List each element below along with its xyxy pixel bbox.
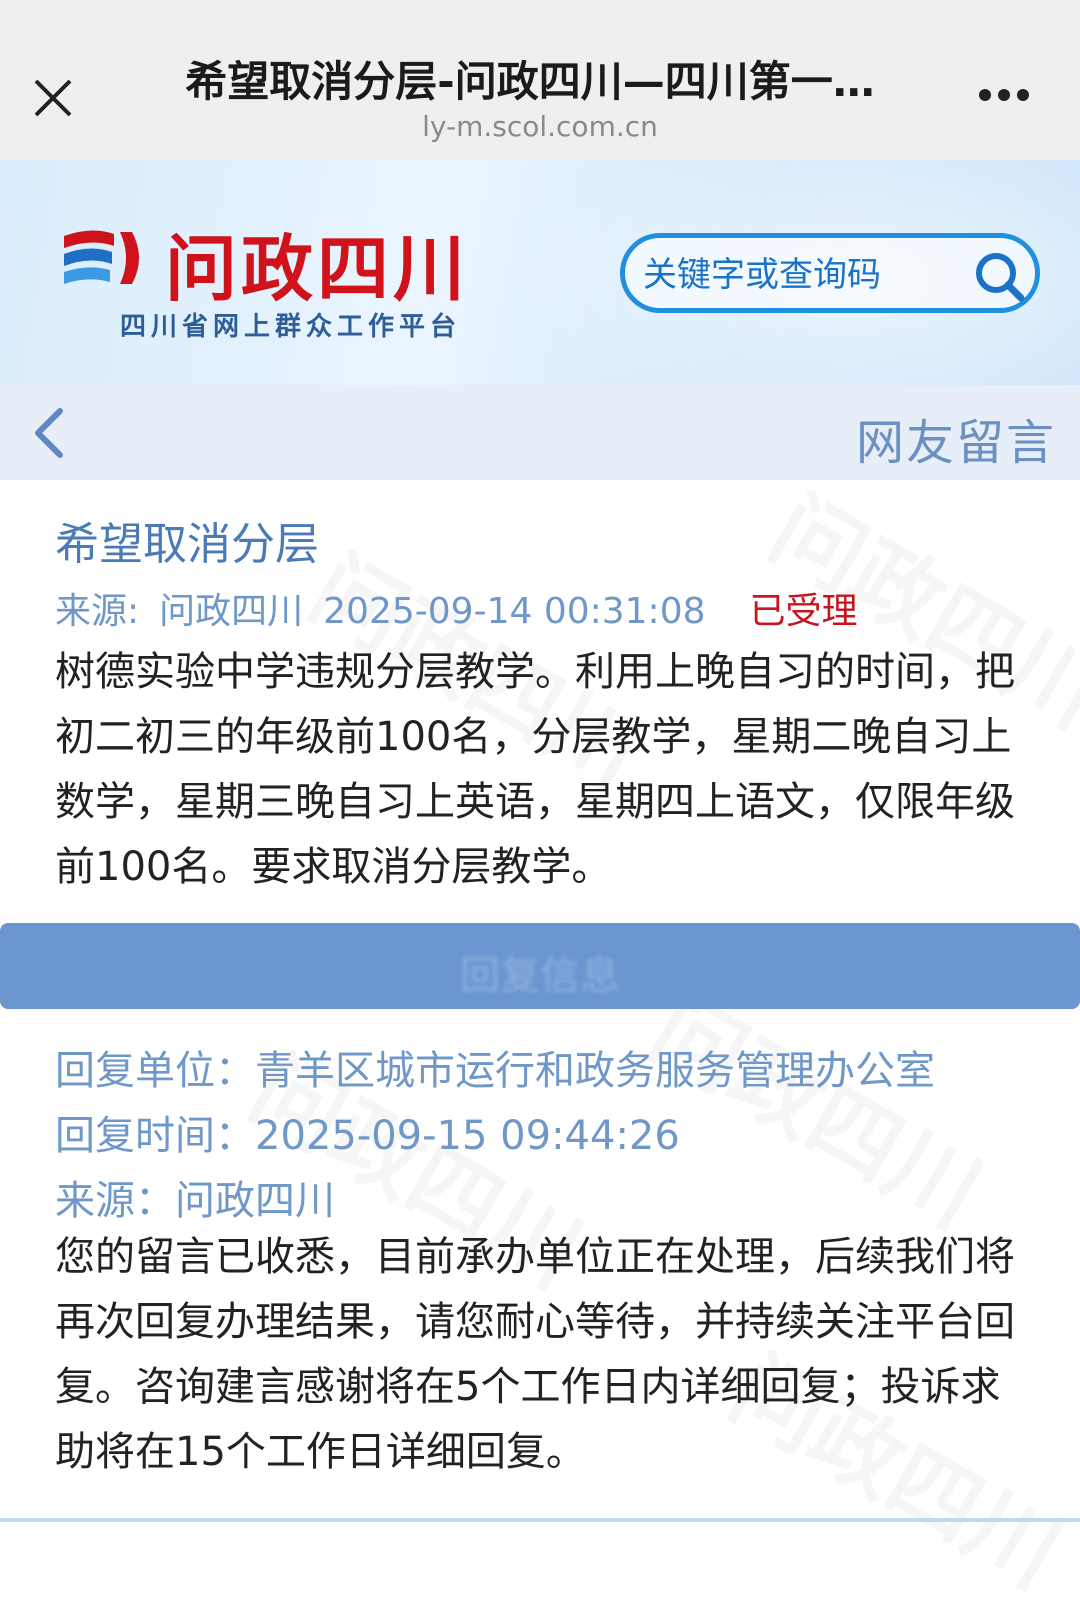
reply-body: 您的留言已收悉，目前承办单位正在处理，后续我们将再次回复办理结果，请您耐心等待，… bbox=[55, 1234, 1015, 1475]
message-datetime: 2025-09-14 00:31:08 bbox=[323, 591, 706, 632]
message-title: 希望取消分层 bbox=[55, 519, 319, 570]
reply-time: 回复时间：2025-09-15 09:44:26 bbox=[55, 1113, 680, 1159]
reply-section-label: 回复信息 bbox=[460, 953, 620, 999]
logo-mark-icon bbox=[64, 230, 139, 284]
reply-unit: 回复单位：青羊区城市运行和政务服务管理办公室 bbox=[55, 1048, 935, 1094]
more-icon[interactable] bbox=[978, 88, 1030, 102]
site-logo-subtitle: 四川省网上群众工作平台 bbox=[120, 312, 462, 342]
status-badge: 已受理 bbox=[749, 591, 858, 632]
site-header-banner: 问政四川 四川省网上群众工作平台 bbox=[0, 160, 1080, 385]
reply-source: 来源：问政四川 bbox=[55, 1178, 335, 1224]
source-value: 问政四川 bbox=[159, 591, 304, 632]
search-icon[interactable] bbox=[971, 248, 1029, 306]
back-icon[interactable] bbox=[32, 407, 66, 459]
sub-navigation-bar: 网友留言 bbox=[0, 385, 1080, 480]
message-detail: 问政四川 问政四川 问政四川 问政四川 问政四川 希望取消分层 来源: 问政四川 2… bbox=[0, 477, 1080, 1608]
source-label: 来源: bbox=[55, 591, 140, 632]
reply-section-bar: 回复信息 bbox=[0, 923, 1080, 1009]
browser-url: ly-m.scol.com.cn bbox=[422, 110, 658, 143]
divider bbox=[0, 1518, 1080, 1522]
browser-top-bar: 希望取消分层-问政四川—四川第一… ly-m.scol.com.cn bbox=[0, 0, 1080, 160]
section-title: 网友留言 bbox=[855, 415, 1056, 471]
browser-page-title: 希望取消分层-问政四川—四川第一… bbox=[185, 57, 875, 106]
search-input[interactable] bbox=[641, 250, 965, 300]
message-body: 树德实验中学违规分层教学。利用上晚自习的时间，把初二初三的年级前100名，分层教… bbox=[55, 649, 1015, 890]
search-box bbox=[620, 233, 1040, 313]
site-logo-title[interactable]: 问政四川 bbox=[165, 210, 469, 315]
message-meta: 来源: 问政四川 2025-09-14 00:31:08 已受理 bbox=[55, 582, 878, 634]
